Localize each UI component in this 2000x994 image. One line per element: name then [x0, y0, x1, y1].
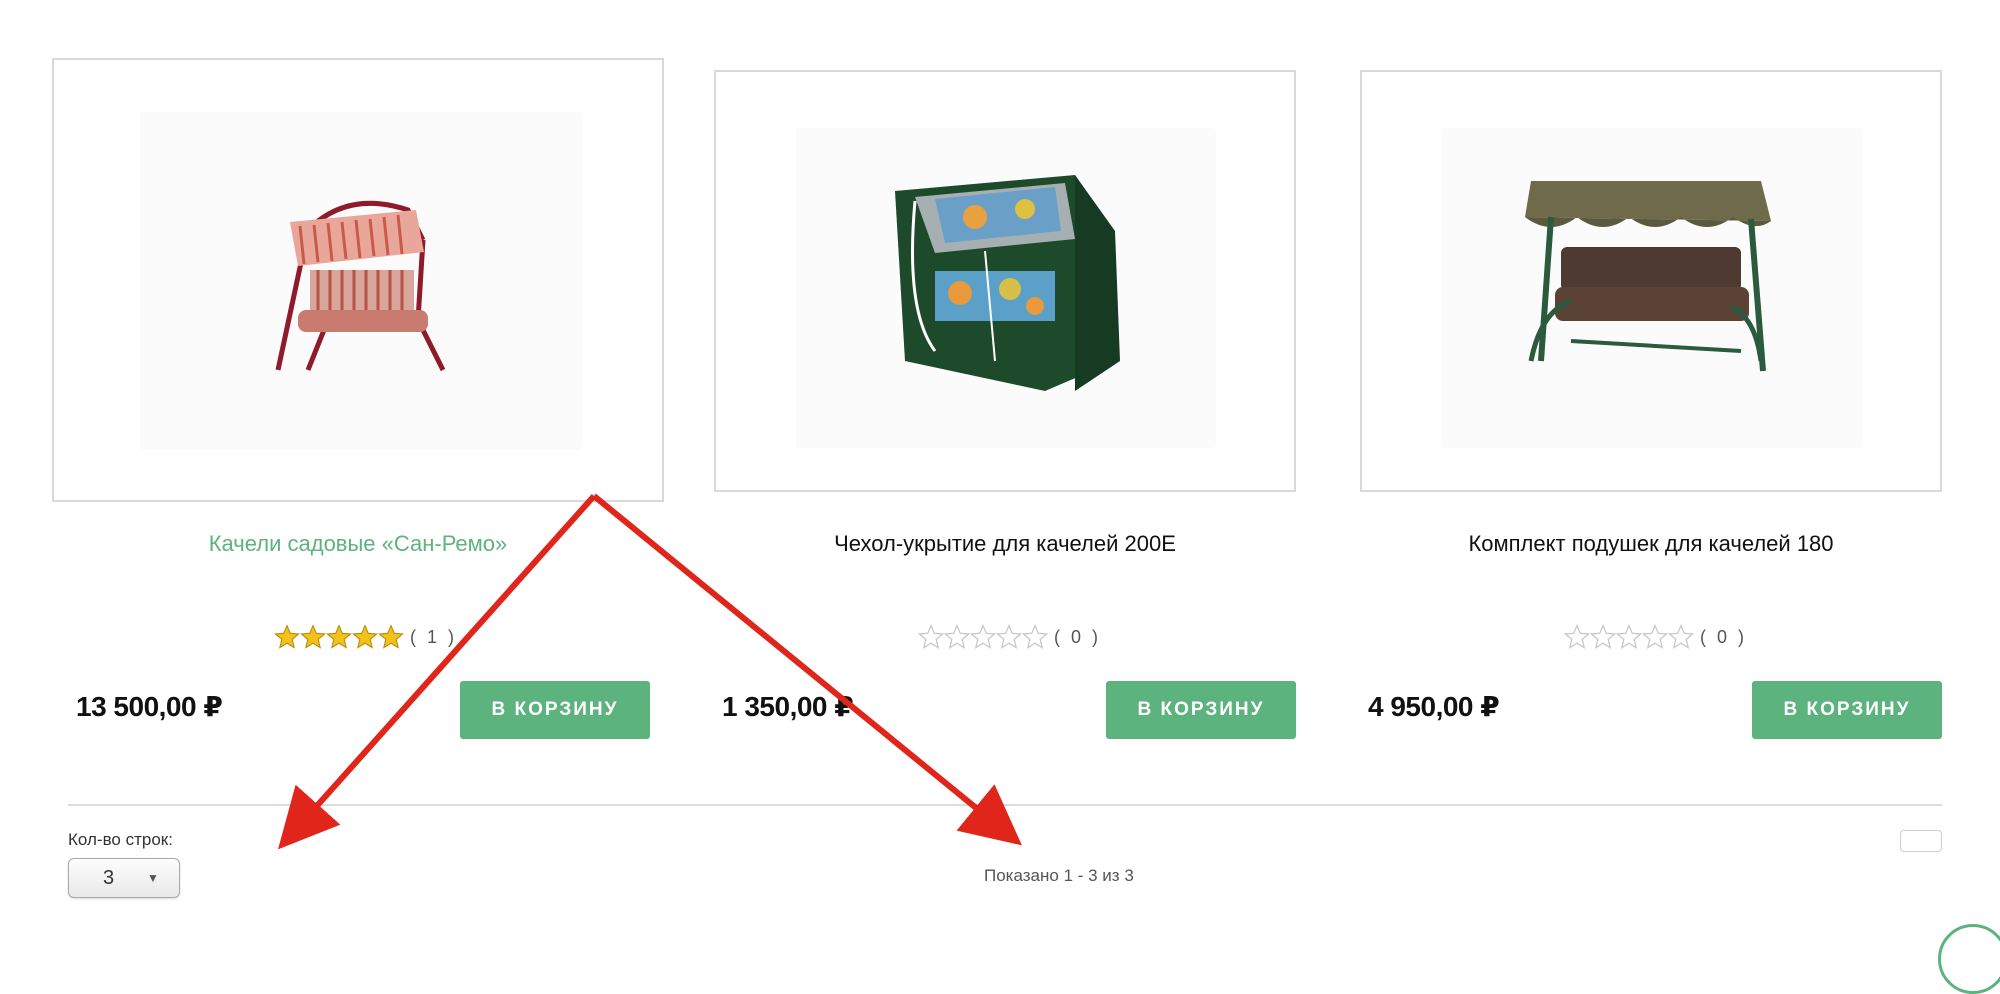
product-title[interactable]: Чехол-укрытие для качелей 200E [714, 530, 1296, 558]
view-toggle-button[interactable] [1900, 830, 1942, 852]
star-filled-icon [300, 624, 326, 649]
scroll-to-top-button[interactable] [1938, 924, 2000, 994]
star-empty-icon [970, 624, 996, 650]
product-title[interactable]: Комплект подушек для качелей 180 [1360, 530, 1942, 558]
star-empty-icon [1022, 624, 1048, 650]
star-empty-icon [1616, 624, 1642, 650]
star-empty-icon [1642, 624, 1668, 650]
rows-per-page-label: Кол-во строк: [68, 830, 173, 849]
star-empty-icon [996, 624, 1022, 650]
star-empty-icon [918, 624, 944, 650]
swing-cover-image [895, 175, 1120, 391]
product-rating: ( 0 ) [918, 622, 1101, 652]
star-filled-icon [352, 624, 378, 649]
add-to-cart-button[interactable]: В КОРЗИНУ [1106, 681, 1296, 739]
product-title[interactable]: Качели садовые «Сан-Ремо» [52, 530, 664, 558]
rows-per-page-value: 3 [103, 866, 115, 889]
rating-count: ( 0 ) [1054, 626, 1102, 647]
add-to-cart-button[interactable]: В КОРЗИНУ [1752, 681, 1942, 739]
star-filled-icon [274, 624, 300, 649]
product-image-frame[interactable] [1360, 70, 1942, 492]
chevron-down-icon: ▼ [147, 871, 159, 885]
star-empty-icon [944, 624, 970, 650]
star-empty-icon [1590, 624, 1616, 650]
star-filled-icon [326, 624, 352, 649]
product-image-frame[interactable] [52, 58, 664, 502]
star-empty-icon [1564, 624, 1590, 650]
cushion-set-swing-image [1525, 181, 1771, 372]
rating-count: ( 1 ) [410, 626, 458, 647]
product-image-frame[interactable] [714, 70, 1296, 492]
garden-swing-striped-image [275, 200, 446, 372]
product-rating: ( 0 ) [1564, 622, 1747, 652]
product-rating: ( 1 ) [274, 622, 457, 652]
add-to-cart-button[interactable]: В КОРЗИНУ [460, 681, 650, 739]
section-divider [68, 804, 1942, 806]
star-empty-icon [1668, 624, 1694, 650]
rows-per-page-select[interactable]: 3 ▼ [68, 858, 180, 898]
product-price: 1 350,00 ₽ [722, 691, 854, 722]
product-price: 4 950,00 ₽ [1368, 691, 1500, 722]
product-price: 13 500,00 ₽ [76, 691, 223, 722]
star-filled-icon [378, 624, 404, 649]
results-count-text: Показано 1 - 3 из 3 [984, 866, 1134, 885]
rating-count: ( 0 ) [1700, 626, 1748, 647]
